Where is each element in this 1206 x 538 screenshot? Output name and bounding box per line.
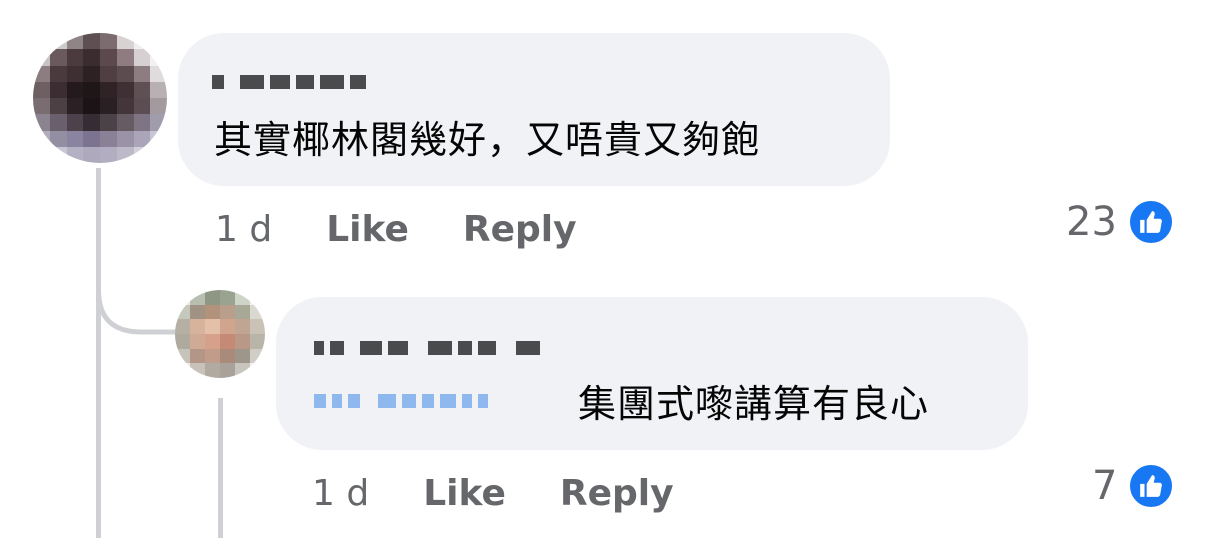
reply-timestamp[interactable]: 1 d (312, 474, 369, 514)
reply-actions: 1 d Like Reply (312, 474, 674, 514)
comment-timestamp[interactable]: 1 d (215, 210, 272, 250)
thumbs-up-icon (1126, 198, 1175, 246)
thread-line-main (96, 168, 101, 538)
reaction-summary[interactable]: 7 (1092, 462, 1176, 510)
reaction-count: 7 (1092, 463, 1118, 509)
like-button[interactable]: Like (423, 474, 506, 514)
reply-text: 集團式嚟講算有良心 (578, 382, 930, 426)
thread-connector-curve (96, 270, 176, 335)
comment-actions: 1 d Like Reply (215, 210, 577, 250)
thumbs-up-icon (1127, 462, 1176, 510)
comment-bubble: 其實椰林閣幾好，又唔貴又夠飽 (178, 33, 890, 186)
reaction-summary[interactable]: 23 (1066, 198, 1175, 246)
mention-link-redacted[interactable] (314, 394, 488, 408)
reply-button[interactable]: Reply (560, 474, 674, 514)
avatar[interactable] (33, 33, 167, 163)
reply-bubble: 集團式嚟講算有良心 (276, 297, 1028, 450)
like-button[interactable]: Like (326, 210, 409, 250)
avatar[interactable] (175, 290, 265, 378)
reaction-count: 23 (1066, 199, 1117, 245)
thread-line-reply (218, 398, 223, 538)
author-name-redacted[interactable] (212, 75, 366, 89)
reply-button[interactable]: Reply (463, 210, 577, 250)
author-name-redacted[interactable] (314, 341, 540, 355)
comment-text: 其實椰林閣幾好，又唔貴又夠飽 (214, 118, 761, 162)
